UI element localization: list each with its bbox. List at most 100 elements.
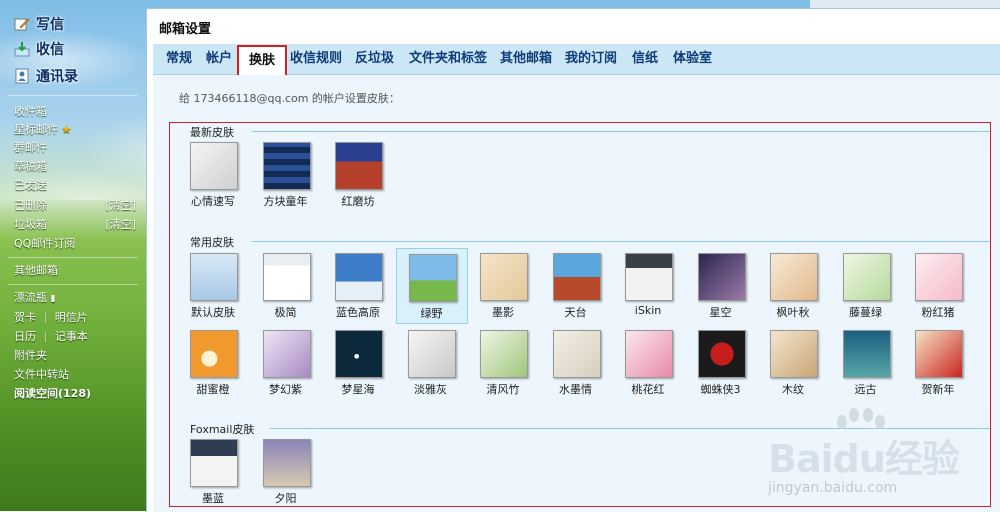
skin-option-common-10[interactable]: 粉红猪	[903, 248, 973, 322]
skin-name: 星空	[709, 306, 732, 319]
sidebar-item-spam[interactable]: 垃圾箱 [清空]	[14, 216, 139, 234]
bottle-icon: ▮	[50, 294, 56, 304]
skin-name: 红磨坊	[341, 195, 375, 208]
skin-option-common-21[interactable]: 贺新年	[903, 325, 973, 399]
skin-option-common-4[interactable]: 墨影	[468, 248, 538, 322]
skin-name: 方块童年	[263, 195, 308, 208]
skin-thumbnail	[625, 330, 673, 378]
tab-stationery[interactable]: 信纸	[632, 50, 658, 68]
sidebar-item-sent[interactable]: 已发送	[14, 177, 139, 195]
baidu-watermark: Baidu经验 jingyan.baidu.com	[768, 408, 998, 508]
skin-name: 桃花红	[631, 383, 665, 396]
skin-thumbnail	[335, 253, 383, 301]
tab-account[interactable]: 帐户	[206, 50, 232, 68]
skin-name: 梦幻紫	[269, 383, 302, 396]
sidebar-item-calendar-notes: 日历 | 记事本	[14, 328, 139, 346]
skin-name: iSkin	[634, 304, 662, 317]
skin-option-foxmail-0[interactable]: 墨蓝	[178, 434, 248, 508]
skin-name: 夕阳	[274, 492, 297, 505]
skin-thumbnail	[552, 330, 601, 378]
skin-option-common-15[interactable]: 清风竹	[468, 325, 538, 399]
address-book-icon	[15, 68, 29, 84]
section-divider	[252, 241, 990, 242]
skin-thumbnail	[480, 330, 528, 378]
skin-option-common-2[interactable]: 蓝色高原	[323, 248, 393, 322]
sidebar-item-drafts[interactable]: 草稿箱	[14, 158, 139, 176]
skin-option-common-0[interactable]: 默认皮肤	[178, 248, 248, 322]
sidebar-item-deleted[interactable]: 已删除 [清空]	[14, 197, 139, 215]
skin-thumbnail	[625, 253, 673, 301]
postcard-link[interactable]: 明信片	[55, 311, 88, 324]
skin-option-common-7[interactable]: 星空	[686, 248, 756, 322]
clear-spam-link[interactable]: [清空]	[105, 216, 136, 234]
skin-option-newest-2[interactable]: 红磨坊	[323, 137, 393, 211]
skin-name: 远古	[854, 383, 877, 396]
skin-option-common-18[interactable]: 蜘蛛侠3	[686, 325, 756, 399]
tab-general[interactable]: 常规	[166, 50, 192, 68]
skin-option-foxmail-1[interactable]: 夕阳	[251, 434, 321, 508]
skin-name: 默认皮肤	[191, 306, 235, 319]
page-title: 邮箱设置	[159, 22, 212, 37]
sidebar-item-reading-space[interactable]: 阅读空间(128)	[14, 385, 139, 403]
receive-mail-link[interactable]: 收信	[14, 37, 64, 61]
sidebar-item-group-mail[interactable]: 群邮件	[14, 139, 139, 157]
skin-name: 绿野	[420, 307, 443, 320]
pencil-icon	[14, 18, 30, 31]
skin-thumbnail	[407, 330, 456, 378]
sidebar-item-other-mailbox[interactable]: 其他邮箱	[14, 262, 139, 280]
skin-option-common-5[interactable]: 天台	[541, 248, 611, 322]
skin-option-common-6[interactable]: iSkin	[613, 248, 683, 322]
skin-option-common-11[interactable]: 甜蜜橙	[178, 325, 248, 399]
skin-option-common-8[interactable]: 枫叶秋	[758, 248, 828, 322]
sidebar-item-starred[interactable]: 星标邮件 ★	[14, 121, 139, 139]
sidebar-item-attachments[interactable]: 附件夹	[14, 347, 139, 365]
tab-skin[interactable]: 换肤	[237, 45, 287, 77]
sidebar-item-file-transfer[interactable]: 文件中转站	[14, 366, 139, 384]
skin-name: 墨蓝	[202, 492, 224, 505]
contacts-link[interactable]: 通讯录	[14, 64, 78, 88]
section-divider	[252, 131, 990, 132]
sidebar-item-subscription[interactable]: QQ邮件订阅	[14, 235, 139, 253]
skin-thumbnail	[335, 330, 383, 378]
skin-option-common-1[interactable]: 极简	[251, 248, 321, 322]
skin-thumbnail	[480, 253, 528, 301]
settings-tab-bar: 常规 帐户 换肤 收信规则 反垃圾 文件夹和标签 其他邮箱 我的订阅 信纸 体验…	[153, 44, 1000, 77]
skin-option-common-16[interactable]: 水墨情	[541, 325, 611, 399]
skin-thumbnail	[915, 330, 963, 378]
sidebar-item-drift-bottle[interactable]: 漂流瓶 ▮	[14, 289, 139, 307]
skin-name: 枫叶秋	[776, 306, 810, 319]
skin-thumbnail	[770, 330, 818, 378]
sidebar-item-cards: 贺卡 | 明信片	[14, 309, 139, 327]
tab-receive-rules[interactable]: 收信规则	[290, 50, 342, 68]
calendar-link[interactable]: 日历	[14, 330, 36, 343]
skin-option-newest-0[interactable]: 心情速写	[178, 137, 248, 211]
skin-option-common-17[interactable]: 桃花红	[613, 325, 683, 399]
sidebar-divider	[8, 284, 138, 285]
skin-option-common-13[interactable]: 梦星海	[323, 325, 393, 399]
skin-name: 水墨情	[559, 383, 592, 396]
skin-option-common-14[interactable]: 淡雅灰	[396, 325, 466, 399]
skin-name: 清风竹	[486, 383, 520, 396]
tab-other-mailbox[interactable]: 其他邮箱	[500, 50, 552, 68]
tab-folders-labels[interactable]: 文件夹和标签	[409, 50, 487, 68]
skin-option-common-3[interactable]: 绿野	[395, 248, 468, 324]
skin-name: 淡雅灰	[414, 383, 447, 396]
skin-name: 极简	[274, 306, 297, 319]
skin-name: 藤蔓绿	[849, 306, 882, 319]
notes-link[interactable]: 记事本	[55, 330, 88, 343]
skin-option-common-9[interactable]: 藤蔓绿	[831, 248, 901, 322]
clear-deleted-link[interactable]: [清空]	[105, 197, 136, 215]
tab-lab[interactable]: 体验室	[673, 50, 712, 68]
card-link[interactable]: 贺卡	[14, 311, 36, 324]
tab-anti-spam[interactable]: 反垃圾	[355, 50, 394, 68]
skin-option-common-19[interactable]: 木纹	[758, 325, 828, 399]
sidebar-item-inbox[interactable]: 收件箱	[14, 103, 139, 121]
write-mail-link[interactable]: 写信	[14, 12, 64, 36]
skin-option-newest-1[interactable]: 方块童年	[251, 137, 321, 211]
skin-thumbnail	[190, 253, 238, 301]
skin-info-text: 给 173466118@qq.com 的帐户设置皮肤：	[179, 92, 400, 105]
tab-subscriptions[interactable]: 我的订阅	[565, 50, 617, 68]
sidebar-divider	[8, 257, 138, 258]
skin-option-common-12[interactable]: 梦幻紫	[251, 325, 321, 399]
skin-option-common-20[interactable]: 远古	[831, 325, 901, 399]
